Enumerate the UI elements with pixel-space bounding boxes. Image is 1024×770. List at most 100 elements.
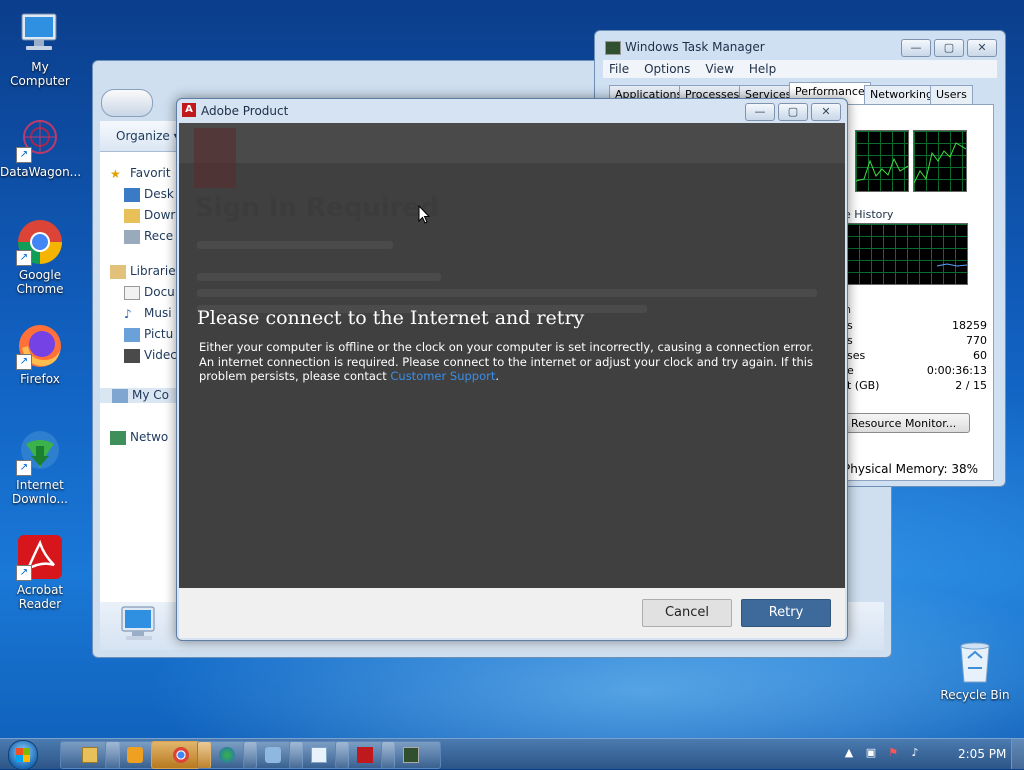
network-tray-icon[interactable]: ▣ <box>864 746 878 760</box>
pictures-icon <box>124 327 140 342</box>
back-forward-buttons[interactable] <box>101 89 153 117</box>
shortcut-arrow-icon: ↗ <box>16 565 32 581</box>
shortcut-arrow-icon: ↗ <box>16 147 32 163</box>
adobe-icon <box>357 747 373 763</box>
action-center-icon[interactable]: ⚑ <box>886 746 900 760</box>
close-button[interactable]: ✕ <box>811 103 841 121</box>
recycle-bin-icon <box>951 638 999 686</box>
desktop-icon-label: Acrobat Reader <box>16 583 64 611</box>
volume-icon[interactable]: ♪ <box>908 746 922 760</box>
error-message: Either your computer is offline or the c… <box>199 340 814 383</box>
chrome-icon: ↗ <box>16 218 64 266</box>
taskbar-task-manager[interactable] <box>381 741 441 769</box>
shortcut-arrow-icon: ↗ <box>16 354 32 370</box>
background-text-line <box>197 273 441 281</box>
computer-icon <box>112 388 128 403</box>
memory-history-label: e History <box>844 208 894 221</box>
cpu-usage-graph-2 <box>913 130 967 192</box>
star-icon: ★ <box>110 166 121 181</box>
nav-item-my-computer[interactable]: My Co <box>100 388 180 403</box>
nav-item-music[interactable]: ♪ Musi <box>124 306 172 321</box>
desktop-icon-my-computer[interactable]: My Computer <box>0 10 80 88</box>
shortcut-arrow-icon: ↗ <box>16 250 32 266</box>
documents-icon <box>124 285 140 300</box>
task-manager-icon <box>403 747 419 763</box>
nav-item-desktop[interactable]: Desk <box>124 187 174 202</box>
start-button[interactable] <box>8 740 38 770</box>
dialog-content: Sign In Required Please connect to the I… <box>179 123 845 588</box>
mouse-cursor-icon <box>418 204 431 225</box>
background-heading: Sign In Required <box>195 193 439 223</box>
cancel-button[interactable]: Cancel <box>642 599 732 627</box>
desktop-icon-chrome[interactable]: ↗ Google Chrome <box>0 218 80 296</box>
menu-view[interactable]: View <box>705 62 733 76</box>
adobe-icon: A <box>182 103 196 117</box>
desktop-icon-firefox[interactable]: ↗ Firefox <box>0 322 80 386</box>
error-heading: Please connect to the Internet and retry <box>197 307 585 329</box>
acrobat-icon: ↗ <box>16 533 64 581</box>
desktop-icon-label: Firefox <box>20 372 60 386</box>
show-hidden-icons-icon[interactable]: ▲ <box>842 746 856 760</box>
menu-file[interactable]: File <box>609 62 629 76</box>
explorer-icon <box>82 747 98 763</box>
close-button[interactable]: ✕ <box>967 39 997 57</box>
computer-icon <box>16 10 64 58</box>
organize-button[interactable]: Organize ▾ <box>116 129 180 143</box>
show-desktop-button[interactable] <box>1011 739 1024 769</box>
task-manager-title: Windows Task Manager <box>625 40 765 54</box>
minimize-button[interactable]: — <box>745 103 775 121</box>
resource-monitor-button[interactable]: Resource Monitor... <box>843 413 970 433</box>
adobe-logo-icon <box>194 128 236 188</box>
nav-item-network[interactable]: Netwo <box>110 430 168 445</box>
nav-item-favorites[interactable]: ★ Favorit <box>110 166 171 181</box>
network-icon <box>219 747 235 763</box>
desktop-icon-label: Google Chrome <box>16 268 64 296</box>
memory-history-graph <box>846 223 968 285</box>
menu-help[interactable]: Help <box>749 62 776 76</box>
desktop-icon-label: Recycle Bin <box>940 688 1010 702</box>
dialog-footer: Cancel Retry <box>179 588 845 638</box>
maximize-button[interactable]: ▢ <box>778 103 808 121</box>
desktop-icon-internet-download-manager[interactable]: ↗ Internet Downlo... <box>0 428 80 506</box>
chrome-icon <box>173 747 189 763</box>
control-panel-icon <box>265 747 281 763</box>
tab-networking[interactable]: Networking <box>864 85 939 105</box>
maximize-button[interactable]: ▢ <box>934 39 964 57</box>
nav-item-recent[interactable]: Rece <box>124 229 173 244</box>
notepad-icon <box>311 747 327 763</box>
system-tray: ▲ ▣ ⚑ ♪ 2:05 PM <box>834 739 1024 769</box>
nav-item-pictures[interactable]: Pictu <box>124 327 173 342</box>
videos-icon <box>124 348 140 363</box>
task-manager-menu: File Options View Help <box>603 60 997 78</box>
desktop-icon-label: My Computer <box>10 60 70 88</box>
desktop-folder-icon <box>124 187 140 202</box>
desktop-icon-datawagon[interactable]: ↗ DataWagon... <box>0 115 81 179</box>
minimize-button[interactable]: — <box>901 39 931 57</box>
background-text-line <box>197 241 393 249</box>
music-icon: ♪ <box>124 306 132 321</box>
task-manager-icon <box>605 41 621 55</box>
nav-item-downloads[interactable]: Dowr <box>124 208 175 223</box>
customer-support-link[interactable]: Customer Support <box>390 369 495 383</box>
desktop-icon-label: Internet Downlo... <box>12 478 68 506</box>
idm-icon: ↗ <box>16 428 64 476</box>
dialog-title: Adobe Product <box>201 104 289 118</box>
recent-places-icon <box>124 229 140 244</box>
nav-item-documents[interactable]: Docu <box>124 285 175 300</box>
menu-options[interactable]: Options <box>644 62 690 76</box>
taskbar: ▲ ▣ ⚑ ♪ 2:05 PM <box>0 738 1024 770</box>
network-icon <box>110 430 126 445</box>
retry-button[interactable]: Retry <box>741 599 831 627</box>
downloads-folder-icon <box>124 208 140 223</box>
nav-item-videos[interactable]: Videc <box>124 348 177 363</box>
desktop-icon-acrobat-reader[interactable]: ↗ Acrobat Reader <box>0 533 80 611</box>
desktop-icon-recycle-bin[interactable]: Recycle Bin <box>935 638 1015 702</box>
tab-users[interactable]: Users <box>930 85 973 105</box>
clock[interactable]: 2:05 PM <box>958 747 1006 761</box>
shortcut-arrow-icon: ↗ <box>16 460 32 476</box>
media-player-icon <box>127 747 143 763</box>
adobe-product-dialog[interactable]: A Adobe Product — ▢ ✕ Sign In Required P… <box>176 98 848 641</box>
nav-item-libraries[interactable]: Librarie <box>110 264 176 279</box>
computer-icon <box>118 605 162 643</box>
libraries-icon <box>110 264 126 279</box>
